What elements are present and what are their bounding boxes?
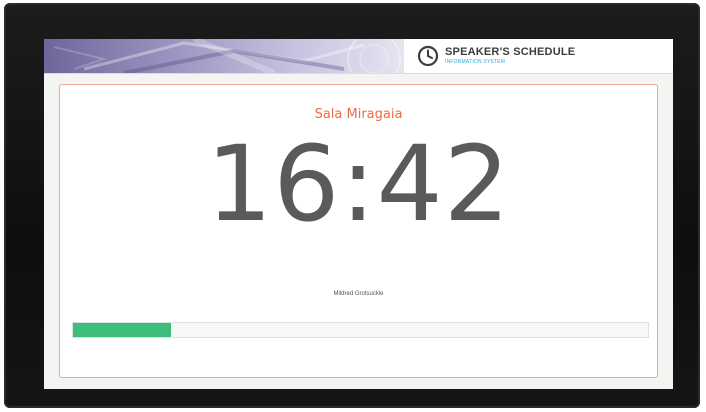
brand-title: SPEAKER'S SCHEDULE <box>445 46 576 58</box>
session-card: Sala Miragaia 16:42 Mildred Grotsuckle <box>59 84 658 378</box>
header-banner-image <box>44 39 404 73</box>
display-screen: SPEAKER'S SCHEDULE INFORMATION SYSTEM Sa… <box>44 39 673 389</box>
clock-icon <box>417 45 439 67</box>
monitor-frame: SPEAKER'S SCHEDULE INFORMATION SYSTEM Sa… <box>4 3 700 408</box>
session-progress-fill <box>73 323 171 337</box>
session-progress-bar <box>72 322 649 338</box>
banner-graphic <box>53 39 401 73</box>
room-name: Sala Miragaia <box>314 107 403 122</box>
brand-subtitle: INFORMATION SYSTEM <box>445 59 506 65</box>
clock-time: 16:42 <box>206 123 511 245</box>
brand-text: SPEAKER'S SCHEDULE INFORMATION SYSTEM <box>445 47 575 65</box>
speaker-name: Mildred Grotsuckle <box>333 291 384 297</box>
header-bar: SPEAKER'S SCHEDULE INFORMATION SYSTEM <box>44 39 673 74</box>
brand-logo: SPEAKER'S SCHEDULE INFORMATION SYSTEM <box>417 43 575 69</box>
